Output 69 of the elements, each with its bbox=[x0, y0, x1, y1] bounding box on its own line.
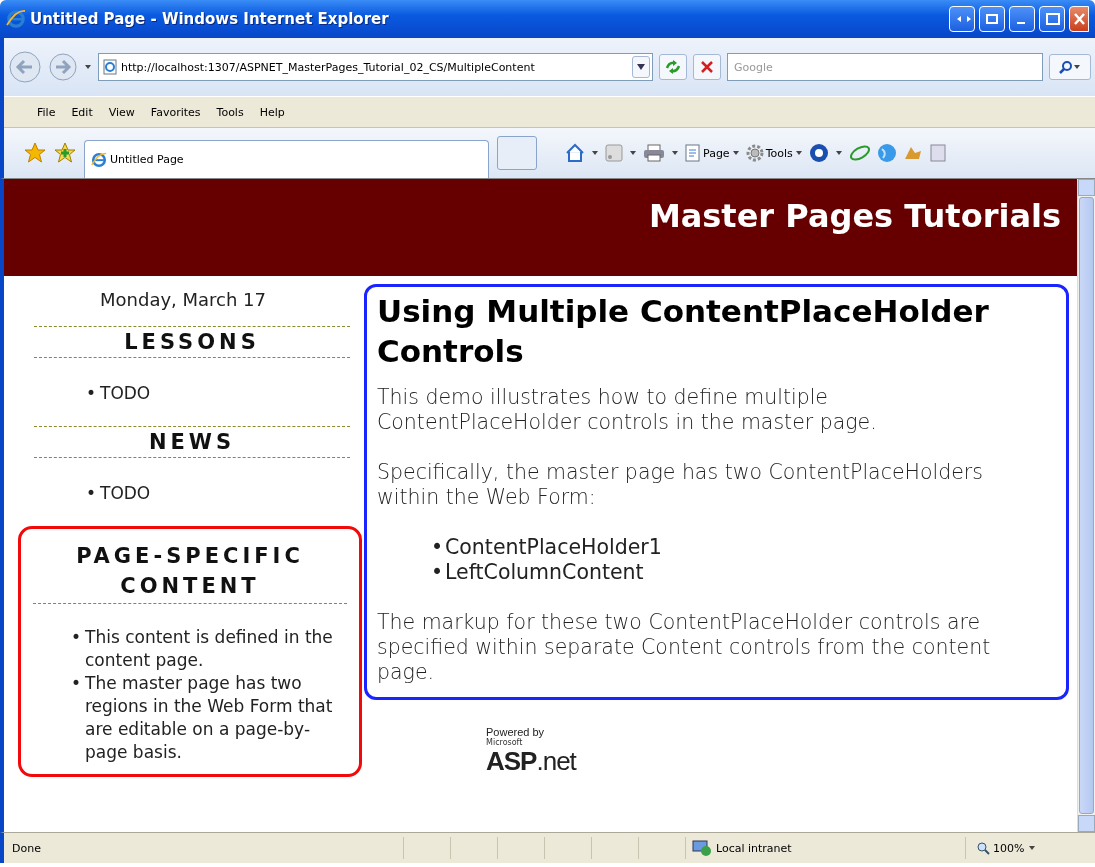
asp-net-logo: ASP.net bbox=[486, 747, 578, 775]
section-heading: NEWS bbox=[34, 426, 350, 458]
stop-icon[interactable] bbox=[700, 60, 714, 74]
tiles-icon[interactable] bbox=[983, 11, 1001, 27]
refresh-icon[interactable] bbox=[664, 59, 682, 75]
browser-tab[interactable]: Untitled Page bbox=[84, 140, 489, 178]
bullet: • bbox=[431, 535, 445, 560]
search-icon[interactable] bbox=[1059, 60, 1073, 74]
bullet: • bbox=[71, 672, 83, 695]
zoom-button[interactable]: 100% bbox=[976, 841, 1025, 855]
menu-item[interactable]: Edit bbox=[66, 103, 98, 121]
powered-by-text: Powered by bbox=[486, 726, 546, 738]
recent-pages-caret-icon[interactable] bbox=[84, 64, 92, 70]
menu-item[interactable]: Favorites bbox=[145, 103, 206, 121]
globe-icon[interactable] bbox=[876, 143, 897, 163]
scrollbar-thumb[interactable] bbox=[1079, 197, 1094, 814]
section-heading: LESSONS bbox=[34, 326, 350, 358]
menu-item[interactable]: Tools bbox=[211, 103, 249, 121]
ie-logo-icon bbox=[6, 9, 26, 29]
caret-icon[interactable] bbox=[794, 150, 803, 156]
menu-item[interactable]: File bbox=[32, 103, 61, 121]
caret-icon[interactable] bbox=[834, 150, 843, 156]
menu-item[interactable]: Help bbox=[254, 103, 290, 121]
tools-menu-button[interactable]: Tools bbox=[745, 144, 803, 162]
bullet: • bbox=[86, 482, 98, 504]
dropdown-icon[interactable] bbox=[636, 63, 646, 71]
network-globe-icon bbox=[692, 839, 712, 857]
list-item: The master page has two regions in the Web Form that are editable on a page-by-page basis. bbox=[85, 672, 334, 764]
add-favorite-icon[interactable] bbox=[54, 142, 76, 164]
page-icon bbox=[103, 59, 117, 75]
bullet: • bbox=[71, 626, 83, 649]
search-options-caret-icon[interactable] bbox=[1073, 64, 1081, 70]
zoom-caret-icon[interactable] bbox=[1028, 845, 1037, 851]
ie-logo-icon bbox=[91, 151, 107, 168]
printer-icon[interactable] bbox=[643, 144, 665, 162]
paragraph: The markup for these two ContentPlaceHolder controls are specified within separate Content controls from the content page. bbox=[377, 610, 992, 685]
caret-icon[interactable] bbox=[591, 150, 599, 156]
gear-icon bbox=[745, 144, 764, 162]
caret-icon[interactable] bbox=[629, 150, 637, 156]
list-item: TODO bbox=[100, 482, 151, 504]
page-menu-button[interactable]: Page bbox=[685, 144, 740, 162]
search-field[interactable]: Google bbox=[727, 53, 1043, 81]
list-item: TODO bbox=[100, 382, 151, 404]
maximize-icon[interactable] bbox=[1043, 11, 1061, 27]
favorites-star-icon[interactable] bbox=[24, 142, 46, 164]
zone-label: Local intranet bbox=[716, 841, 792, 855]
help-icon[interactable] bbox=[808, 143, 829, 163]
maker-text: Microsoft bbox=[486, 738, 524, 747]
list-item: This content is defined in the content page. bbox=[85, 626, 334, 672]
bullet: • bbox=[86, 382, 98, 404]
paragraph: Specifically, the master page has two ContentPlaceHolders within the Web Form: bbox=[377, 460, 984, 510]
status-text: Done bbox=[11, 841, 42, 855]
site-title: Master Pages Tutorials bbox=[648, 197, 1061, 237]
menu-item[interactable]: View bbox=[103, 103, 140, 121]
address-field[interactable]: http://localhost:1307/ASPNET_MasterPages_Tutorial_02_CS/MultipleContent bbox=[98, 53, 653, 81]
date-label: Monday, March 17 bbox=[99, 288, 267, 312]
research-icon[interactable] bbox=[848, 143, 871, 163]
magnifier-icon bbox=[976, 841, 990, 855]
window-title: Untitled Page - Windows Internet Explorer bbox=[30, 10, 390, 28]
paragraph: This demo illustrates how to define multiple ContentPlaceHolder controls in the master page. bbox=[377, 385, 878, 435]
list-item: ContentPlaceHolder1 bbox=[445, 535, 662, 560]
list-item: LeftColumnContent bbox=[445, 560, 644, 585]
caret-icon[interactable] bbox=[671, 150, 679, 156]
bullet: • bbox=[431, 560, 445, 585]
section-heading: PAGE-SPECIFIC CONTENT bbox=[33, 539, 347, 604]
content-heading: Using Multiple ContentPlaceHolder Controls bbox=[377, 292, 990, 371]
caret-icon[interactable] bbox=[731, 150, 740, 156]
home-icon[interactable] bbox=[565, 143, 585, 163]
page-icon bbox=[685, 144, 701, 162]
